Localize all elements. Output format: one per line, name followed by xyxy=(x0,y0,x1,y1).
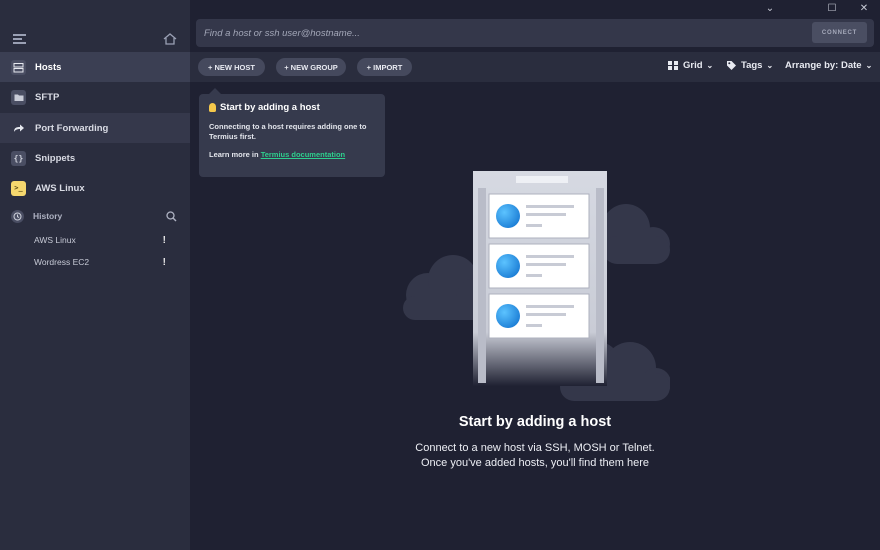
arrange-label: Arrange by: Date xyxy=(785,60,862,71)
search-input[interactable] xyxy=(196,19,796,47)
grid-icon xyxy=(668,60,678,71)
warning-icon: ! xyxy=(162,234,166,246)
terminal-icon: >_ xyxy=(11,180,26,196)
sidebar-item-port-forwarding[interactable]: Port Forwarding xyxy=(0,113,190,143)
forward-arrow-icon xyxy=(11,121,26,136)
view-toggle[interactable]: Grid ⌄ xyxy=(668,60,713,71)
tags-filter[interactable]: Tags ⌄ xyxy=(726,60,773,71)
history-item-label: Wordress EC2 xyxy=(34,257,90,267)
hosts-icon xyxy=(11,59,26,75)
sidebar-item-label: AWS Linux xyxy=(35,182,85,194)
new-host-button[interactable]: + NEW HOST xyxy=(198,58,265,76)
history-item[interactable]: AWS Linux ! xyxy=(34,232,184,248)
close-button[interactable]: ✕ xyxy=(849,0,879,17)
braces-icon: {} xyxy=(11,150,26,166)
home-icon[interactable] xyxy=(162,31,178,47)
search-icon[interactable] xyxy=(166,211,177,222)
folder-icon xyxy=(11,89,26,105)
chevron-down-icon: ⌄ xyxy=(766,61,774,70)
menu-icon[interactable] xyxy=(13,34,26,44)
tags-label: Tags xyxy=(741,60,763,71)
arrange-dropdown[interactable]: Arrange by: Date ⌄ xyxy=(785,60,872,71)
minimize-button[interactable]: ⌄ xyxy=(755,0,785,17)
learn-more-prefix: Learn more in xyxy=(209,150,261,159)
sidebar-item-aws-linux[interactable]: >_ AWS Linux xyxy=(0,173,190,203)
maximize-button[interactable]: ☐ xyxy=(817,0,847,17)
documentation-link[interactable]: Termius documentation xyxy=(261,150,345,159)
chevron-down-icon: ⌄ xyxy=(865,61,873,70)
lightbulb-icon xyxy=(209,103,216,112)
empty-state-description: Connect to a new host via SSH, MOSH or T… xyxy=(190,441,880,471)
new-group-button[interactable]: + NEW GROUP xyxy=(276,58,346,76)
empty-state-line-1: Connect to a new host via SSH, MOSH or T… xyxy=(415,442,655,454)
clock-icon xyxy=(11,209,24,223)
tooltip-title: Start by adding a host xyxy=(209,102,375,113)
chevron-down-icon: ⌄ xyxy=(706,61,714,70)
import-button[interactable]: + IMPORT xyxy=(357,58,412,76)
history-header: History xyxy=(0,205,190,227)
warning-icon: ! xyxy=(162,256,166,268)
sidebar-item-hosts[interactable]: Hosts xyxy=(0,52,190,82)
server-rack-illustration xyxy=(403,171,670,401)
sidebar: Hosts SFTP Port Forwarding {} Snippets >… xyxy=(0,0,190,550)
history-item[interactable]: Wordress EC2 ! xyxy=(34,254,184,270)
sidebar-header xyxy=(0,0,190,52)
history-label: History xyxy=(33,211,63,221)
view-label: Grid xyxy=(683,60,703,71)
sidebar-item-label: Hosts xyxy=(35,61,62,73)
sidebar-item-label: SFTP xyxy=(35,91,60,103)
empty-state-line-2: Once you've added hosts, you'll find the… xyxy=(420,457,649,469)
onboarding-tooltip: Start by adding a host Connecting to a h… xyxy=(199,88,385,177)
sidebar-item-sftp[interactable]: SFTP xyxy=(0,82,190,112)
search-bar: CONNECT xyxy=(196,19,874,47)
sidebar-item-snippets[interactable]: {} Snippets xyxy=(0,143,190,173)
sidebar-item-label: Port Forwarding xyxy=(35,122,109,134)
sidebar-item-label: Snippets xyxy=(35,152,76,164)
tooltip-learn-more: Learn more in Termius documentation xyxy=(209,150,375,159)
toolbar: + NEW HOST + NEW GROUP + IMPORT Grid ⌄ T… xyxy=(190,52,880,82)
tooltip-body: Connecting to a host requires adding one… xyxy=(209,122,367,141)
empty-state-title: Start by adding a host xyxy=(458,414,612,430)
tooltip-title-text: Start by adding a host xyxy=(220,102,320,113)
tag-icon xyxy=(727,61,736,70)
history-item-label: AWS Linux xyxy=(34,235,76,245)
cloud-right-top xyxy=(602,204,670,264)
connect-button[interactable]: CONNECT xyxy=(812,22,867,43)
